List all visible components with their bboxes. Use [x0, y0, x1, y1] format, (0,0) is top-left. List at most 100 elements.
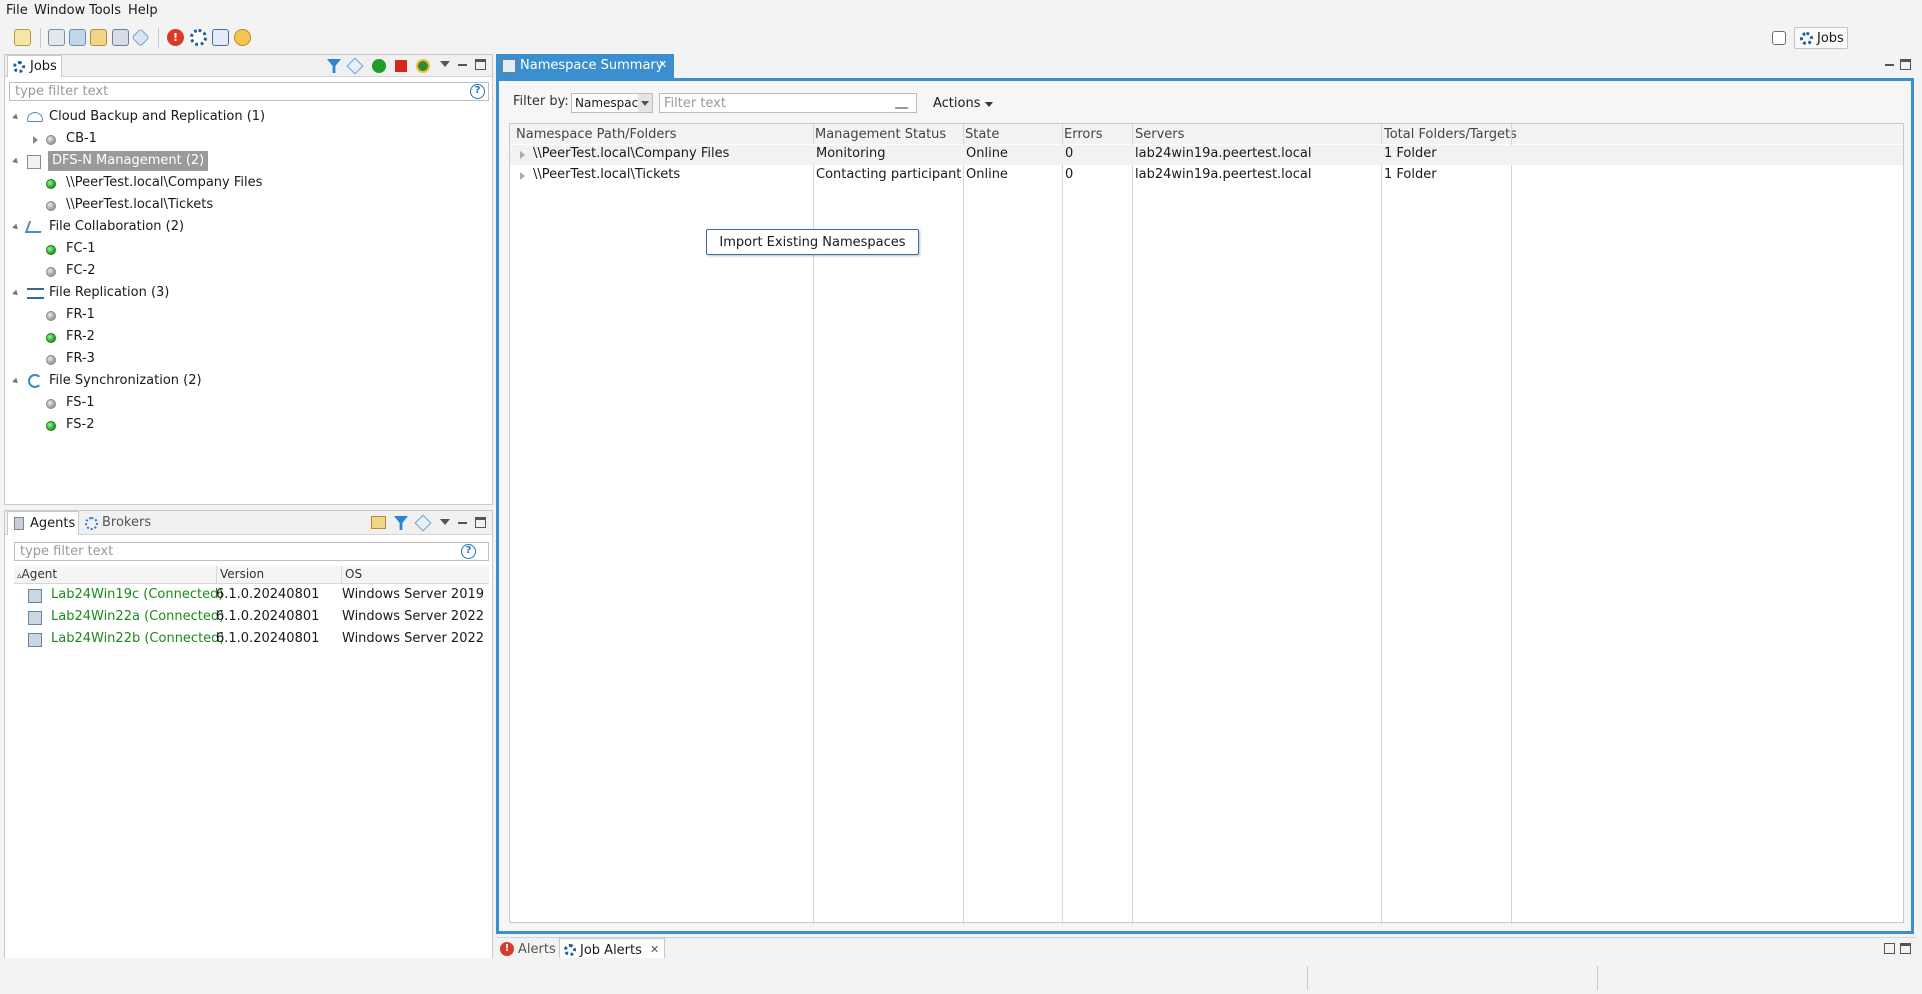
- expand-icon[interactable]: [12, 223, 20, 232]
- tab-namespace-summary[interactable]: Namespace Summary ✕: [496, 54, 674, 78]
- state: Online: [966, 146, 1008, 161]
- expand-icon[interactable]: [12, 377, 20, 386]
- broker-icon[interactable]: [90, 29, 107, 46]
- table-row[interactable]: \\PeerTest.local\Tickets Contacting part…: [510, 166, 1903, 186]
- gear-icon[interactable]: [190, 29, 207, 46]
- tab-agents[interactable]: Agents: [7, 511, 79, 535]
- column-state[interactable]: State: [961, 124, 1003, 144]
- table-row[interactable]: Lab24Win22a (Connected) 6.1.0.20240801 W…: [14, 608, 489, 628]
- tree-item-tickets[interactable]: \\PeerTest.local\Tickets: [29, 197, 429, 215]
- column-errors[interactable]: Errors: [1060, 124, 1106, 144]
- tree-item-fs-1[interactable]: FS-1: [29, 395, 329, 413]
- expand-icon[interactable]: [12, 157, 20, 166]
- namespace-filter-input[interactable]: Filter text: [659, 93, 917, 113]
- column-servers[interactable]: Servers: [1131, 124, 1188, 144]
- column-agent[interactable]: ▵Agent: [14, 566, 217, 584]
- tree-item-cb-1[interactable]: CB-1: [29, 131, 329, 149]
- tree-group-cloud-backup[interactable]: Cloud Backup and Replication (1): [12, 109, 483, 127]
- chevron-down-icon: [985, 102, 993, 107]
- agents-panel: Agents Brokers type filter text ? ▵Agent…: [4, 510, 493, 963]
- column-version[interactable]: Version: [217, 566, 342, 584]
- tag-icon[interactable]: [346, 57, 364, 75]
- expand-icon[interactable]: [12, 113, 20, 122]
- job-list-icon[interactable]: [48, 29, 65, 46]
- expand-icon[interactable]: [520, 151, 525, 159]
- clear-icon[interactable]: [894, 97, 915, 109]
- help-icon[interactable]: ?: [461, 544, 476, 559]
- stop-icon[interactable]: [395, 60, 407, 72]
- filter-icon[interactable]: [327, 59, 341, 73]
- column-total-folders[interactable]: Total Folders/Targets: [1380, 124, 1521, 144]
- maximize-icon[interactable]: [1900, 59, 1911, 70]
- clipboard-icon[interactable]: [212, 29, 229, 46]
- menu-help[interactable]: Help: [128, 3, 158, 18]
- expand-icon[interactable]: [33, 136, 38, 144]
- view-menu-icon[interactable]: [440, 61, 450, 67]
- view-menu-icon[interactable]: [440, 519, 450, 525]
- tab-jobs[interactable]: Jobs: [7, 55, 62, 77]
- tag-icon[interactable]: [414, 514, 432, 532]
- tab-brokers[interactable]: Brokers: [81, 511, 153, 535]
- tag-icon[interactable]: [131, 28, 150, 47]
- schedule-icon[interactable]: [416, 59, 430, 73]
- gear-icon: [1800, 32, 1813, 45]
- column-os[interactable]: OS: [342, 566, 489, 584]
- agent-icon[interactable]: [69, 29, 86, 46]
- menu-file[interactable]: File: [6, 3, 28, 18]
- agent-version: 6.1.0.20240801: [216, 609, 320, 624]
- refresh-icon[interactable]: [234, 29, 251, 46]
- tree-group-file-collaboration[interactable]: File Collaboration (2): [12, 219, 483, 237]
- tree-item-fr-3[interactable]: FR-3: [29, 351, 329, 369]
- tree-item-fr-2[interactable]: FR-2: [29, 329, 329, 347]
- broker-network-icon: [85, 517, 98, 530]
- management-status: Monitoring: [816, 146, 886, 161]
- tree-group-file-sync[interactable]: File Synchronization (2): [12, 373, 483, 391]
- actions-dropdown[interactable]: Actions: [927, 93, 997, 115]
- help-icon[interactable]: ?: [470, 84, 485, 99]
- minimize-icon[interactable]: [457, 517, 468, 528]
- restore-icon[interactable]: [1884, 943, 1895, 954]
- menu-tools[interactable]: Tools: [89, 3, 121, 18]
- start-icon[interactable]: [372, 59, 386, 73]
- minimize-icon[interactable]: [1884, 59, 1895, 70]
- monitor-icon[interactable]: [112, 29, 129, 46]
- tree-group-file-replication[interactable]: File Replication (3): [12, 285, 483, 303]
- tree-item-fc-2[interactable]: FC-2: [29, 263, 329, 281]
- maximize-icon[interactable]: [475, 517, 486, 528]
- open-perspective-icon[interactable]: [1772, 31, 1786, 45]
- filter-icon[interactable]: [394, 516, 408, 530]
- alert-icon[interactable]: !: [167, 29, 184, 46]
- close-icon[interactable]: ✕: [658, 58, 667, 71]
- management-status: Contacting participant ...: [816, 167, 961, 182]
- tree-item-company-files[interactable]: \\PeerTest.local\Company Files: [29, 175, 429, 193]
- status-grey-icon: [46, 355, 56, 365]
- status-grey-icon: [46, 267, 56, 277]
- tree-item-fr-1[interactable]: FR-1: [29, 307, 329, 325]
- table-row[interactable]: Lab24Win19c (Connected) 6.1.0.20240801 W…: [14, 586, 489, 606]
- menu-window[interactable]: Window: [34, 3, 85, 18]
- new-job-icon[interactable]: [14, 29, 31, 46]
- jobs-filter-input[interactable]: type filter text: [9, 82, 489, 101]
- table-row[interactable]: \\PeerTest.local\Company Files Monitorin…: [510, 145, 1903, 165]
- tree-item-fc-1[interactable]: FC-1: [29, 241, 329, 259]
- close-icon[interactable]: ✕: [650, 943, 659, 956]
- expand-icon[interactable]: [12, 289, 20, 298]
- tree-group-dfsn[interactable]: DFS-N Management (2): [12, 151, 483, 171]
- maximize-icon[interactable]: [1900, 943, 1911, 954]
- expand-icon[interactable]: [520, 172, 525, 180]
- agents-panel-header: Agents Brokers: [5, 511, 492, 535]
- collaboration-icon: [24, 221, 46, 233]
- tree-group-label: File Collaboration (2): [49, 219, 185, 234]
- jobs-perspective-button[interactable]: Jobs: [1794, 27, 1848, 49]
- servers: lab24win19a.peertest.local: [1135, 167, 1312, 182]
- column-namespace-path[interactable]: Namespace Path/Folders: [512, 124, 681, 144]
- tree-item-fs-2[interactable]: FS-2: [29, 417, 329, 435]
- column-management-status[interactable]: Management Status: [811, 124, 950, 144]
- broker-icon[interactable]: [371, 516, 386, 529]
- filter-by-select[interactable]: Namespac: [571, 93, 653, 113]
- table-row[interactable]: Lab24Win22b (Connected) 6.1.0.20240801 W…: [14, 630, 489, 650]
- import-existing-namespaces-button[interactable]: Import Existing Namespaces: [706, 229, 919, 255]
- maximize-icon[interactable]: [475, 59, 486, 70]
- minimize-icon[interactable]: [457, 59, 468, 70]
- agents-filter-input[interactable]: type filter text: [14, 542, 489, 561]
